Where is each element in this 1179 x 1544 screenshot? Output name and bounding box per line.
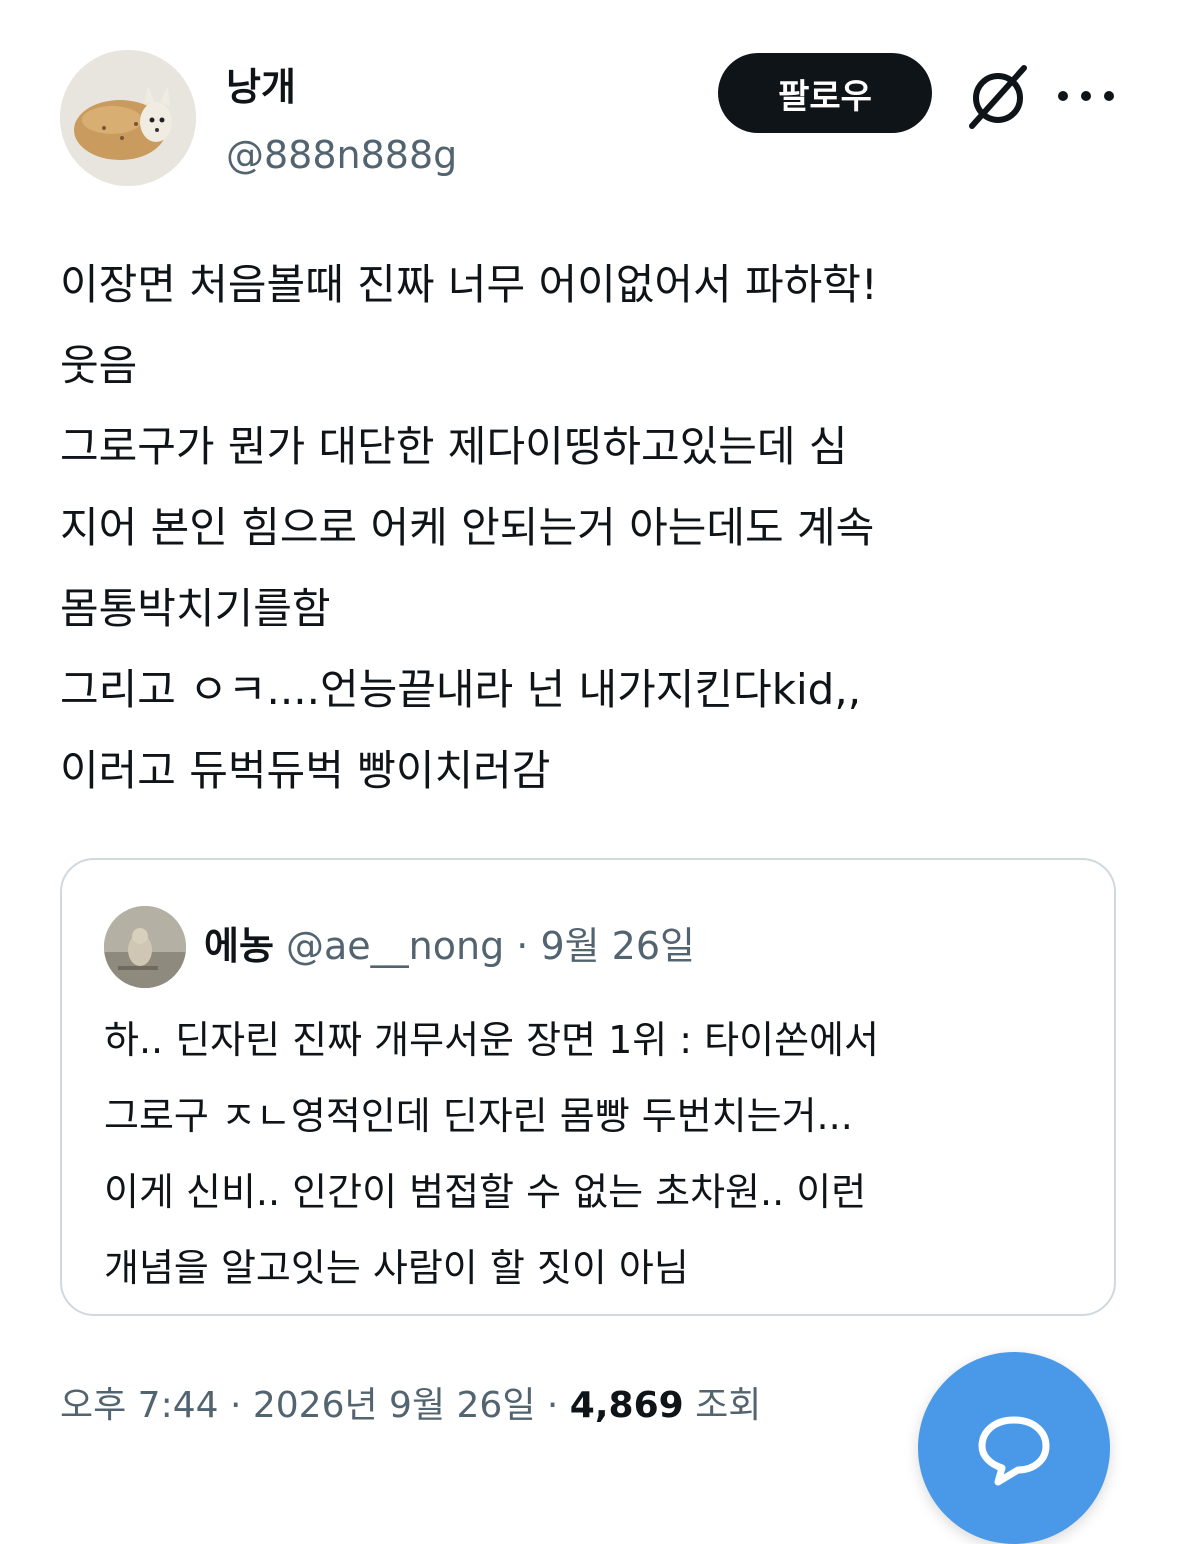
quoted-line: 이게 신비.. 인간이 범접할 수 없는 초차원.. 이런 — [104, 1170, 867, 1214]
quoted-display-name[interactable]: 에농 — [204, 924, 274, 968]
follow-button[interactable]: 팔로우 — [718, 53, 932, 133]
author-avatar[interactable] — [60, 50, 196, 186]
tweet-text: 이장면 처음볼때 진짜 너무 어이없어서 파하학! 웃음 그로구가 뭔가 대단한… — [60, 244, 1130, 811]
quoted-handle[interactable]: @ae__nong — [286, 924, 504, 968]
meta-separator: · — [218, 1385, 253, 1426]
more-dot — [1104, 91, 1114, 101]
reply-button[interactable] — [918, 1352, 1110, 1544]
views-label: 조회 — [695, 1385, 762, 1426]
tweet-line: 이러고 듀벅듀벅 빵이치러감 — [60, 746, 551, 795]
meta-separator: · — [535, 1385, 570, 1426]
tweet-line: 그리고 ㅇㅋ....언능끝내라 넌 내가지킨다kid,, — [60, 665, 862, 714]
tweet-date[interactable]: 2026년 9월 26일 — [253, 1385, 536, 1426]
quoted-tweet-card[interactable]: 에농 @ae__nong · 9월 26일 하.. 딘자린 진짜 개무서운 장면… — [60, 858, 1116, 1316]
more-dot — [1081, 91, 1091, 101]
quoted-author-avatar[interactable] — [104, 906, 186, 988]
tweet-line: 몸통박치기를함 — [60, 584, 331, 633]
quoted-header: 에농 @ae__nong · 9월 26일 — [204, 918, 695, 974]
tweet-line: 이장면 처음볼때 진짜 너무 어이없어서 파하학! — [60, 260, 878, 309]
tweet-time[interactable]: 오후 7:44 — [60, 1385, 219, 1426]
reply-icon — [978, 1416, 1050, 1486]
more-dot — [1058, 91, 1068, 101]
tweet-line: 웃음 — [60, 341, 138, 390]
views-count: 4,869 — [569, 1385, 684, 1426]
tweet-meta: 오후 7:44 · 2026년 9월 26일 · 4,869 조회 — [60, 1380, 761, 1432]
avatar-image — [60, 50, 196, 186]
quoted-line: 개념을 알고잇는 사람이 할 짓이 아님 — [104, 1246, 689, 1290]
more-icon[interactable] — [1058, 76, 1114, 116]
quoted-line: 그로구 ㅈㄴ영적인데 딘자린 몸빵 두번치는거... — [104, 1094, 853, 1138]
author-handle[interactable]: @888n888g — [226, 130, 457, 180]
quoted-date[interactable]: 9월 26일 — [540, 924, 695, 968]
tweet-line: 지어 본인 힘으로 어케 안되는거 아는데도 계속 — [60, 503, 875, 552]
quoted-separator: · — [504, 924, 541, 968]
quoted-text: 하.. 딘자린 진짜 개무서운 장면 1위 : 타이쏜에서 그로구 ㅈㄴ영적인데… — [104, 1002, 1094, 1306]
quoted-avatar-image — [104, 906, 186, 988]
grok-icon[interactable] — [962, 60, 1034, 132]
tweet-line: 그로구가 뭔가 대단한 제다이띵하고있는데 심 — [60, 422, 848, 471]
author-display-name[interactable]: 낭개 — [226, 62, 296, 112]
quoted-line: 하.. 딘자린 진짜 개무서운 장면 1위 : 타이쏜에서 — [104, 1018, 879, 1062]
